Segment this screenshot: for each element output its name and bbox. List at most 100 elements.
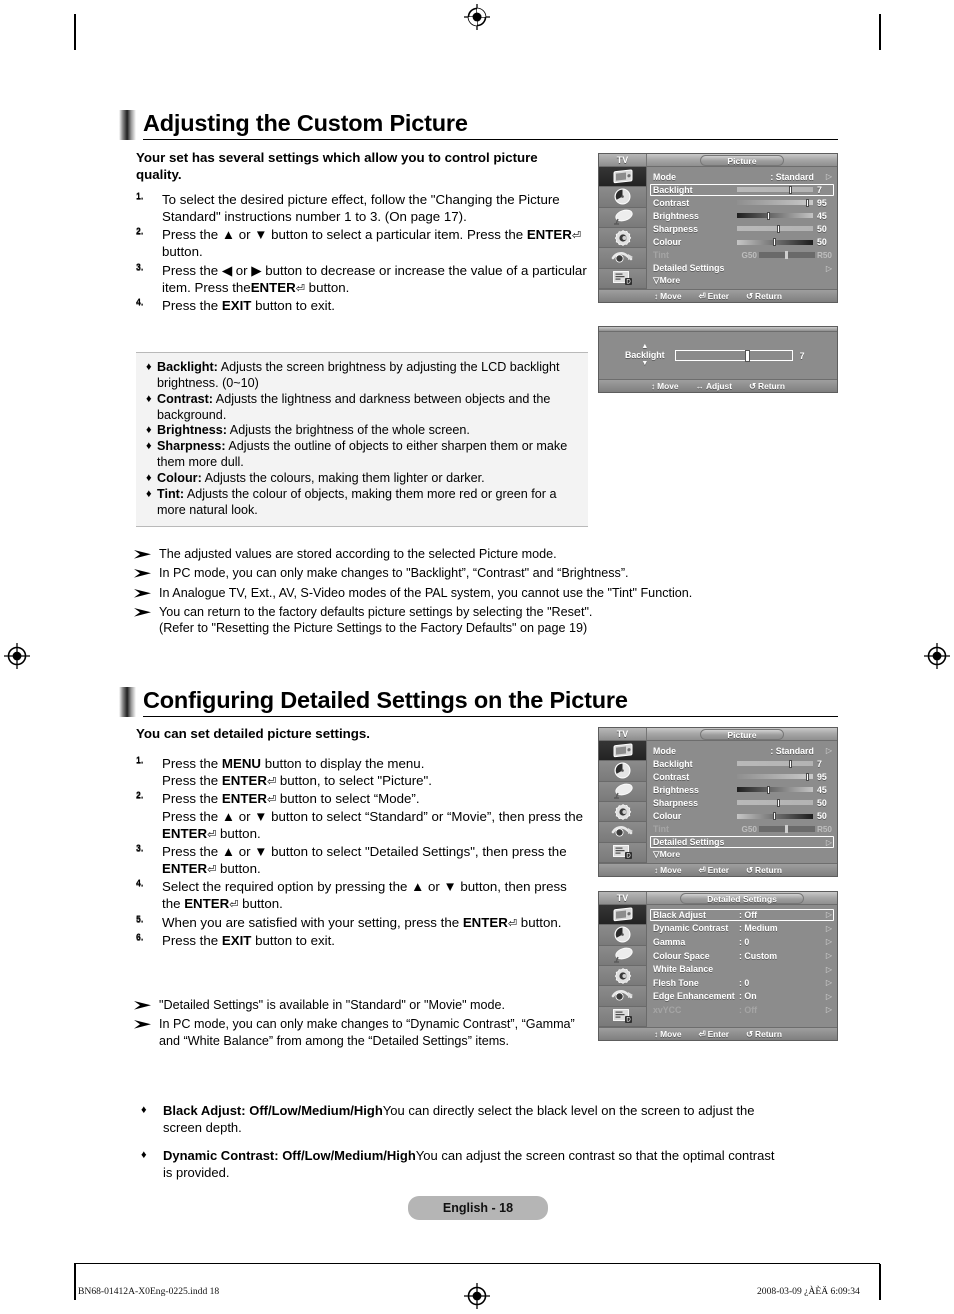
slider-knob[interactable] [767, 785, 771, 794]
osd-hint-label: Return [755, 865, 783, 875]
slider-knob[interactable] [776, 798, 780, 807]
osd-row-detailed-settings[interactable]: Detailed Settings ▷ [650, 836, 834, 849]
osd-channel-icon[interactable] [599, 945, 646, 966]
osd-icon-column-2[interactable]: D [599, 741, 647, 863]
osd-input-icon[interactable] [599, 248, 646, 269]
osd-picture-menu-1[interactable]: TV Picture D Mode: Standard ▷ Backlight 7 Co… [598, 153, 838, 303]
osd-backlight-adjust-bar[interactable]: ▲ Backlight ▼ 7 ↕ Move ↔ Adjust ↺ Return [598, 326, 838, 393]
step-number: 2. [136, 790, 144, 801]
note-text: You can return to the factory defaults p… [159, 605, 593, 636]
osd-row-edge-enhancement[interactable]: Edge Enhancement: On ▷ [653, 990, 832, 1004]
osd-row-contrast[interactable]: Contrast 95 [653, 196, 832, 209]
osd-row-slider[interactable] [737, 185, 813, 194]
slider-knob[interactable] [806, 198, 810, 207]
osd-row-slider[interactable] [737, 198, 813, 207]
diamond-bullet-icon: ♦ [146, 487, 152, 500]
osd-item-list-2[interactable]: Mode: Standard ▷ Backlight 7 Contrast 95 Brigh… [647, 741, 837, 863]
osd-row-slider[interactable] [737, 785, 813, 794]
diamond-bullet-icon: ♦ [146, 424, 152, 437]
osd-row-label: Dynamic Contrast [653, 923, 729, 934]
osd-sound-icon[interactable] [599, 925, 646, 946]
svg-text:D: D [626, 854, 631, 860]
osd-row-mode[interactable]: Mode: Standard ▷ [653, 170, 832, 183]
osd-input-icon[interactable] [599, 822, 646, 843]
svg-text:D: D [626, 1018, 631, 1024]
osd-row-dynamic-contrast[interactable]: Dynamic Contrast: Medium ▷ [653, 922, 832, 936]
osd-setup-icon[interactable] [599, 227, 646, 249]
osd-channel-icon[interactable] [599, 781, 646, 802]
diamond-bullet-icon: ♦ [141, 1148, 147, 1161]
osd-channel-icon[interactable] [599, 207, 646, 228]
osd-row-gamma[interactable]: Gamma: 0 ▷ [653, 935, 832, 949]
slider-knob[interactable] [773, 812, 777, 821]
osd-row-slider[interactable] [737, 224, 813, 233]
osd-picture-icon[interactable] [599, 905, 646, 926]
osd-row-colour-space[interactable]: Colour Space: Custom ▷ [653, 949, 832, 963]
tint-left-label: G50 [741, 824, 757, 834]
osd-more-indicator[interactable]: ▽More [653, 275, 832, 286]
final-definition-item: ♦ Dynamic Contrast: Off/Low/Medium/HighYo… [141, 1148, 781, 1182]
slider-knob[interactable] [788, 759, 792, 768]
final-definition-item: ♦ Black Adjust: Off/Low/Medium/HighYou ca… [141, 1103, 781, 1137]
osd-row-white-balance[interactable]: White Balance ▷ [653, 962, 832, 976]
slider-knob[interactable] [788, 185, 792, 194]
osd-item-list-3[interactable]: Black Adjust: Off ▷ Dynamic Contrast: Medi… [647, 905, 837, 1027]
osd-picture-menu-2[interactable]: TV Picture D Mode: Standard ▷ Backlight 7 Co… [598, 727, 838, 877]
osd-row-value: : 0 [739, 977, 750, 988]
osd-pc-setup-icon[interactable]: D [599, 842, 646, 863]
osd-hint-glyph: ↺ [746, 865, 754, 875]
osd-row-colour[interactable]: Colour 50 [653, 235, 832, 248]
slider-knob[interactable] [806, 772, 810, 781]
osd-picture-icon[interactable] [599, 741, 646, 762]
osd-pc-setup-icon[interactable]: D [599, 1006, 646, 1027]
step-text: Press the EXIT button to exit. [162, 932, 335, 948]
osd-row-value: : Off [739, 909, 758, 920]
osd-row-value: 50 [817, 811, 827, 822]
osd-row-slider[interactable] [737, 759, 813, 768]
osd-setup-icon[interactable] [599, 965, 646, 987]
slider-knob[interactable] [767, 211, 771, 220]
osd-row-contrast[interactable]: Contrast 95 [653, 770, 832, 783]
step-item: 4. Select the required option by pressing… [136, 878, 588, 912]
osd-adjust-slider[interactable] [674, 349, 793, 362]
slider-knob[interactable] [745, 349, 751, 362]
osd-item-list[interactable]: Mode: Standard ▷ Backlight 7 Contrast 95 Brigh… [647, 167, 837, 289]
osd-picture-icon[interactable] [599, 167, 646, 188]
osd-row-slider[interactable] [737, 772, 813, 781]
osd-row-mode[interactable]: Mode: Standard ▷ [653, 744, 832, 757]
osd-row-black-adjust[interactable]: Black Adjust: Off ▷ [650, 908, 834, 922]
osd-row-slider[interactable] [737, 211, 813, 220]
osd-more-indicator[interactable]: ▽More [653, 849, 832, 860]
slider-knob[interactable] [776, 224, 780, 233]
osd-row-slider[interactable] [737, 798, 813, 807]
osd-sound-icon[interactable] [599, 761, 646, 782]
osd-input-icon[interactable] [599, 986, 646, 1007]
osd-row-label: Backlight [653, 758, 693, 769]
osd-row-detailed-settings[interactable]: Detailed Settings ▷ [653, 262, 832, 275]
osd-row-brightness[interactable]: Brightness 45 [653, 783, 832, 796]
osd-row-sharpness[interactable]: Sharpness 50 [653, 222, 832, 235]
osd-icon-column-3[interactable]: D [599, 905, 647, 1027]
osd-row-backlight[interactable]: Backlight 7 [650, 183, 834, 196]
osd-row-value: 95 [817, 771, 827, 782]
osd-row-brightness[interactable]: Brightness 45 [653, 209, 832, 222]
slider-knob[interactable] [773, 238, 777, 247]
osd-detailed-settings-menu[interactable]: TV Detailed Settings D Black Adjust: Off… [598, 891, 838, 1041]
osd-row-colour[interactable]: Colour 50 [653, 809, 832, 822]
osd-sound-icon[interactable] [599, 187, 646, 208]
osd-hint-move: ↕ Move [654, 1029, 682, 1039]
osd-row-flesh-tone[interactable]: Flesh Tone: 0 ▷ [653, 976, 832, 990]
osd-hint-return: ↺ Return [746, 291, 782, 301]
osd-row-slider[interactable] [737, 238, 813, 247]
osd-row-backlight[interactable]: Backlight 7 [653, 757, 832, 770]
step-text: When you are satisfied with your setting… [162, 914, 562, 930]
final-definition-heading: Black Adjust: Off/Low/Medium/High [163, 1103, 383, 1118]
osd-icon-column[interactable]: D [599, 167, 647, 289]
osd-row-sharpness[interactable]: Sharpness 50 [653, 796, 832, 809]
osd-row-xvycc[interactable]: xvYCC: Off ▷ [653, 1003, 832, 1017]
osd-row-slider[interactable] [737, 812, 813, 821]
osd-pc-setup-icon[interactable]: D [599, 268, 646, 289]
osd-adjust-value: 7 [799, 350, 805, 361]
osd-setup-icon[interactable] [599, 801, 646, 823]
heading-accent-bar-2 [119, 687, 136, 718]
